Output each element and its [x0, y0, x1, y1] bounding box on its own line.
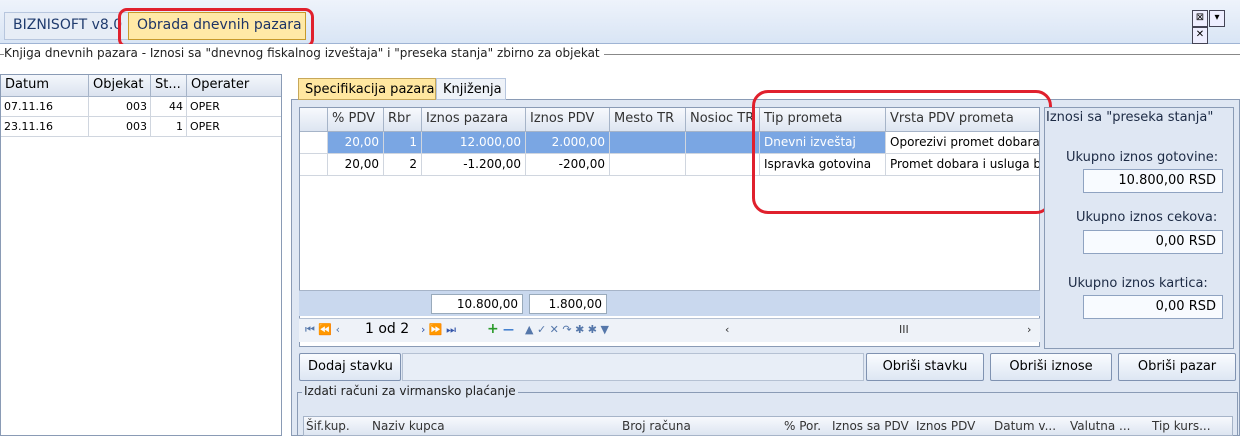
- close-icon[interactable]: ✕: [1192, 27, 1208, 44]
- col-objekat[interactable]: Objekat: [89, 75, 151, 97]
- highlight-active-tab: [118, 8, 314, 48]
- col-datum-v[interactable]: Datum v...: [994, 419, 1056, 433]
- table-row[interactable]: 23.11.16: [1, 117, 89, 137]
- col-status[interactable]: St...: [151, 75, 187, 97]
- table-cell: OPER: [187, 97, 281, 117]
- table-cell[interactable]: 2: [384, 154, 422, 176]
- col-pdv[interactable]: % PDV: [328, 108, 384, 132]
- table-cell[interactable]: -200,00: [526, 154, 610, 176]
- col-datum[interactable]: Datum: [1, 75, 89, 97]
- virman-grid-header[interactable]: Šif.kup. Naziv kupca Broj računa % Por. …: [303, 416, 1233, 436]
- col-broj-racuna[interactable]: Broj računa: [622, 419, 691, 433]
- table-row[interactable]: 20,00: [328, 154, 384, 176]
- tab-knjizenja[interactable]: Knjiženja: [436, 78, 506, 100]
- tab-biznisoft[interactable]: BIZNISOFT v8.0: [4, 12, 130, 40]
- highlight-prometa-columns: [752, 90, 1052, 214]
- table-cell[interactable]: 2.000,00: [526, 132, 610, 154]
- table-cell[interactable]: -1.200,00: [422, 154, 526, 176]
- col-iznos-pdv[interactable]: Iznos PDV: [526, 108, 610, 132]
- table-cell: OPER: [187, 117, 281, 137]
- col-sif-kup[interactable]: Šif.kup.: [306, 419, 350, 433]
- col-por[interactable]: % Por.: [784, 419, 821, 433]
- total-iznos-pdv: 1.800,00: [529, 294, 607, 314]
- col-mesto-tr[interactable]: Mesto TR: [610, 108, 686, 132]
- obrisi-pazar-button[interactable]: Obriši pazar: [1118, 353, 1236, 381]
- label-cekova: Ukupno iznos cekova:: [1076, 210, 1218, 225]
- col-operater[interactable]: Operater: [187, 75, 281, 97]
- group-caption: Knjiga dnevnih pazara - Iznosi sa "dnevn…: [4, 46, 604, 60]
- delete-record-icon[interactable]: —: [503, 323, 514, 336]
- table-cell: 003: [89, 97, 151, 117]
- table-cell: 003: [89, 117, 151, 137]
- nav-first-icon[interactable]: ⏮ ⏪ ‹: [305, 323, 340, 337]
- col-tip-kursa[interactable]: Tip kurs...: [1152, 419, 1211, 433]
- table-cell[interactable]: 1: [384, 132, 422, 154]
- table-cell[interactable]: [610, 154, 686, 176]
- record-counter: 1 od 2: [365, 321, 410, 337]
- table-row[interactable]: 20,00: [328, 132, 384, 154]
- scroll-thumb[interactable]: III: [899, 323, 909, 336]
- virman-group-caption: Izdati računi za virmansko plaćanje: [302, 384, 518, 398]
- total-iznos-pazara: 10.800,00: [431, 294, 523, 314]
- col-rbr[interactable]: Rbr: [384, 108, 422, 132]
- col-naziv-kupca[interactable]: Naziv kupca: [372, 419, 445, 433]
- nav-next-icon[interactable]: › ⏩ ⏭: [421, 323, 456, 337]
- col-valutna[interactable]: Valutna ...: [1070, 419, 1131, 433]
- col-nosioc-tr[interactable]: Nosioc TR: [686, 108, 760, 132]
- table-cell[interactable]: 12.000,00: [422, 132, 526, 154]
- add-record-icon[interactable]: +: [487, 321, 499, 337]
- edit-icons[interactable]: ▲ ✓ ✕ ↷ ✱ ✱ ▼: [525, 323, 609, 336]
- col-iznos-pdv-lower[interactable]: Iznos PDV: [916, 419, 975, 433]
- table-cell[interactable]: [686, 154, 760, 176]
- value-kartica[interactable]: 0,00 RSD: [1083, 295, 1223, 319]
- pazar-list[interactable]: Datum Objekat St... Operater 07.11.16 00…: [0, 74, 282, 436]
- scroll-left-icon[interactable]: ‹: [725, 323, 729, 336]
- row-indicator[interactable]: [300, 154, 328, 176]
- table-cell: 1: [151, 117, 187, 137]
- scroll-right-icon[interactable]: ›: [1027, 323, 1031, 336]
- col-iznos-pazara[interactable]: Iznos pazara: [422, 108, 526, 132]
- dropdown-icon[interactable]: ▾: [1209, 10, 1225, 27]
- label-gotovina: Ukupno iznos gotovine:: [1066, 150, 1219, 165]
- row-indicator-header: [300, 108, 328, 132]
- label-kartica: Ukupno iznos kartica:: [1068, 276, 1208, 291]
- maximize-icon[interactable]: ⊠: [1192, 10, 1208, 27]
- button-bar-spacer: [402, 353, 864, 381]
- col-iznos-sa-pdv[interactable]: Iznos sa PDV: [832, 419, 909, 433]
- window-buttons: ⊠ ▾ ✕: [1192, 10, 1238, 44]
- value-gotovina[interactable]: 10.800,00 RSD: [1083, 169, 1223, 193]
- table-cell[interactable]: [686, 132, 760, 154]
- summary-title: Iznosi sa "preseka stanja": [1046, 110, 1214, 125]
- obrisi-stavku-button[interactable]: Obriši stavku: [866, 353, 984, 381]
- row-indicator[interactable]: [300, 132, 328, 154]
- dodaj-stavku-button[interactable]: Dodaj stavku: [299, 353, 401, 381]
- table-row[interactable]: 07.11.16: [1, 97, 89, 117]
- obrisi-iznose-button[interactable]: Obriši iznose: [990, 353, 1112, 381]
- value-cekova[interactable]: 0,00 RSD: [1083, 230, 1223, 254]
- grid-totals: 10.800,00 1.800,00: [299, 290, 1040, 316]
- tab-specifikacija-pazara[interactable]: Specifikacija pazara: [298, 78, 436, 100]
- record-navigator: ⏮ ⏪ ‹ 1 od 2 › ⏩ ⏭ + — ▲ ✓ ✕ ↷ ✱ ✱ ▼ ‹ I…: [299, 318, 1040, 342]
- table-cell[interactable]: [610, 132, 686, 154]
- table-cell: 44: [151, 97, 187, 117]
